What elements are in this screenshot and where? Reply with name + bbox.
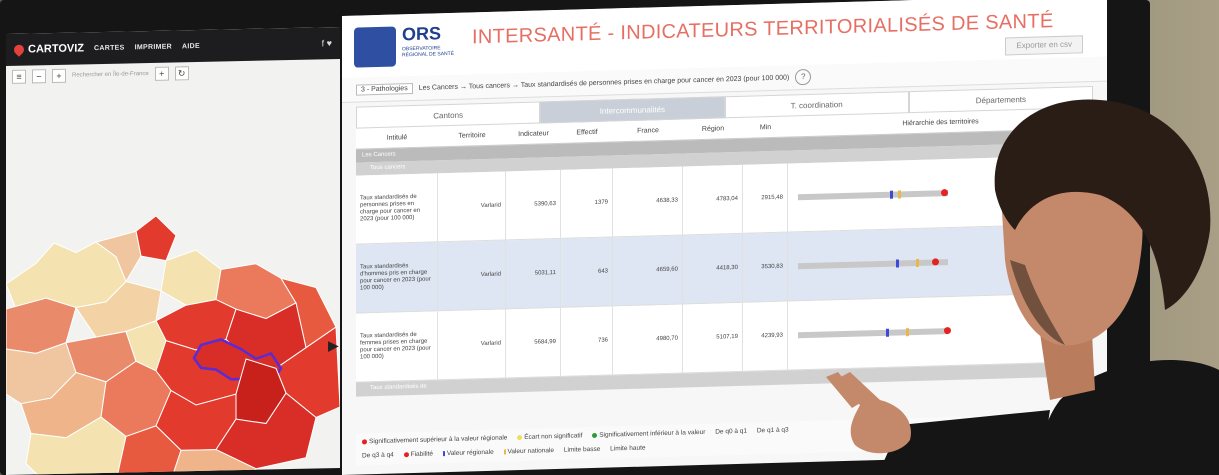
cell-min: 4239,93: [743, 301, 788, 371]
legend-ns: Écart non significatif: [524, 432, 583, 441]
legend-item: Fiabilité: [403, 447, 434, 462]
cell-count: 1379: [561, 168, 613, 238]
choropleth-map[interactable]: [6, 207, 340, 475]
legend-q1: De q0 à q1: [715, 427, 748, 436]
help-icon[interactable]: ?: [795, 68, 812, 86]
cell-territory: Varlarid: [438, 171, 506, 242]
chevron-right-icon[interactable]: ▶: [328, 337, 339, 354]
cell-region: 5107,19: [683, 302, 743, 373]
cell-indicator: 5031,11: [506, 238, 561, 309]
cell-territory: Varlarid: [438, 309, 506, 380]
legend-vreg: Valeur régionale: [446, 448, 494, 458]
cell-label: Taux standardisés de personnes prises en…: [356, 173, 438, 244]
nav-aide[interactable]: AIDE: [182, 42, 200, 49]
regional-value-icon: [442, 450, 445, 456]
legend-item: De q0 à q1: [715, 425, 747, 440]
legend-inf: Significativement inférieur à la valeur: [599, 428, 706, 439]
legend-sup: Significativement supérieur à la valeur …: [369, 434, 508, 446]
cell-hierarchy: [788, 224, 1093, 301]
legend-item: Limite haute: [610, 442, 645, 457]
col-france[interactable]: France: [613, 126, 683, 135]
legend-lb: Limite basse: [563, 445, 601, 454]
ors-app: ORS OBSERVATOIRE RÉGIONAL DE SANTÉ INTER…: [342, 0, 1107, 475]
map-region: [6, 241, 127, 310]
legend-q3: De q1 à q3: [756, 426, 789, 435]
col-region[interactable]: Région: [683, 124, 743, 133]
map-pin-icon: [11, 42, 27, 57]
col-effectif[interactable]: Effectif: [561, 128, 613, 136]
cell-hierarchy: [788, 293, 1093, 370]
cell-label: Taux standardisés de femmes prises en ch…: [356, 311, 438, 382]
page-title: INTERSANTÉ - INDICATEURS TERRITORIALISÉS…: [472, 10, 1054, 49]
hierarchy-bar: [798, 258, 948, 270]
green-dot-icon: [592, 432, 598, 438]
legend-item: Valeur régionale: [442, 446, 494, 461]
cell-region: 4783,04: [683, 164, 743, 235]
cell-min: 2915,48: [743, 163, 788, 233]
map-region: [160, 249, 222, 306]
map-region: [135, 215, 177, 262]
cell-hierarchy: [788, 155, 1093, 232]
cartoviz-brand: CARTOVIZ: [28, 42, 85, 56]
zoom-out-button[interactable]: −: [32, 69, 46, 84]
export-csv-button[interactable]: Exporter en csv: [1005, 35, 1083, 56]
cell-count: 643: [561, 237, 613, 307]
legend-item: De q3 à q4: [362, 449, 394, 464]
cell-france: 4980,70: [613, 304, 683, 375]
refresh-icon[interactable]: ↻: [174, 66, 189, 81]
cell-france: 4638,33: [613, 166, 683, 237]
cell-france: 4659,60: [613, 235, 683, 306]
breadcrumb-path[interactable]: Les Cancers → Tous cancers → Taux standa…: [419, 74, 790, 91]
regional-marker: [896, 259, 899, 268]
significant-dot: [944, 326, 951, 335]
social-links[interactable]: f ♥: [322, 38, 332, 48]
nav-cartes[interactable]: CARTES: [94, 44, 125, 52]
cell-count: 736: [561, 306, 613, 376]
legend-item: Limite basse: [564, 443, 601, 458]
legend-vnat: Valeur nationale: [507, 447, 555, 456]
cell-label: Taux standardisés d'hommes pris en charg…: [356, 242, 438, 313]
hierarchy-bar: [798, 326, 951, 339]
regional-marker: [886, 328, 889, 337]
national-value-icon: [503, 449, 506, 455]
cell-territory: Varlarid: [438, 240, 506, 311]
regional-marker: [890, 190, 893, 199]
col-territoire[interactable]: Territoire: [438, 131, 506, 140]
red-dot-icon: [362, 439, 367, 445]
legend-item: Valeur nationale: [503, 444, 555, 459]
cartoviz-logo[interactable]: CARTOVIZ: [11, 42, 85, 57]
search-input[interactable]: Rechercher en Île-de-France: [72, 71, 149, 79]
col-min[interactable]: Min: [743, 123, 788, 131]
legend-fiab: Fiabilité: [410, 450, 434, 459]
star-icon: [403, 451, 409, 458]
national-marker: [898, 190, 901, 199]
cell-min: 3530,83: [743, 232, 788, 302]
pathology-select[interactable]: 3 - Pathologies: [356, 82, 413, 96]
significant-dot: [941, 189, 948, 197]
cell-indicator: 5390,63: [506, 169, 561, 240]
nav-imprimer[interactable]: IMPRIMER: [135, 43, 172, 51]
ors-logo-text: ORS: [402, 23, 442, 45]
national-marker: [916, 258, 919, 267]
photo-scene: CARTOVIZ CARTES IMPRIMER AIDE f ♥ ≡ − + …: [0, 0, 1219, 475]
hierarchy-bar: [798, 189, 948, 201]
national-marker: [906, 328, 909, 337]
zoom-in-button[interactable]: +: [52, 68, 66, 84]
legend-lh: Limite haute: [610, 444, 646, 453]
cell-region: 4418,30: [683, 233, 743, 304]
menu-icon[interactable]: ≡: [12, 69, 26, 84]
col-indicateur[interactable]: Indicateur: [506, 129, 561, 138]
ors-emblem-logo: [354, 26, 396, 68]
cell-indicator: 5684,99: [506, 307, 561, 378]
legend-q4: De q3 à q4: [362, 451, 394, 460]
add-button[interactable]: +: [154, 66, 169, 81]
legend-item: De q1 à q3: [757, 424, 789, 439]
legend-item: Significativement inférieur à la valeur: [592, 426, 705, 443]
yellow-square-icon: [517, 434, 523, 440]
cartoviz-app: CARTOVIZ CARTES IMPRIMER AIDE f ♥ ≡ − + …: [6, 27, 340, 475]
col-intitule[interactable]: Intitulé: [356, 133, 438, 142]
significant-dot: [932, 258, 939, 266]
col-hierarchie: Hiérarchie des territoires: [902, 117, 979, 127]
ors-logo-subtitle: OBSERVATOIRE RÉGIONAL DE SANTÉ: [402, 45, 455, 59]
